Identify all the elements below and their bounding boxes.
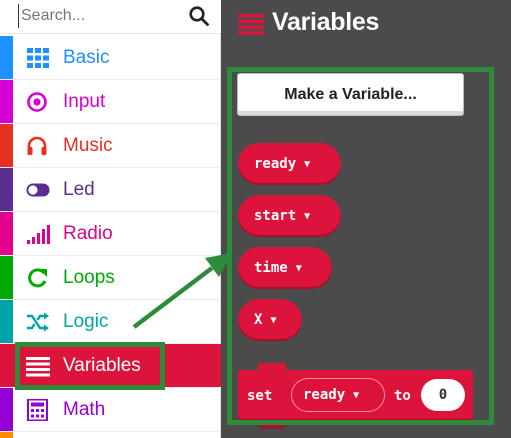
category-label: Input <box>63 91 106 112</box>
category-label: Radio <box>63 223 113 244</box>
signal-bars-icon <box>27 225 50 244</box>
variable-name: start <box>254 208 297 224</box>
category-logic[interactable]: Logic <box>0 300 221 344</box>
category-basic[interactable]: Basic <box>0 36 221 80</box>
category-loops[interactable]: Loops <box>0 256 221 300</box>
category-color-stripe <box>0 36 13 79</box>
list-icon <box>26 357 50 377</box>
grid-icon <box>27 48 49 68</box>
category-color-stripe <box>0 344 13 387</box>
category-input[interactable]: Input <box>0 80 221 124</box>
search-bar <box>0 0 221 34</box>
variable-name: time <box>254 260 288 276</box>
set-keyword: set <box>247 388 273 404</box>
make-variable-button[interactable]: Make a Variable... <box>237 73 464 116</box>
list-icon <box>238 14 264 35</box>
flyout-title: Variables <box>272 8 380 36</box>
category-radio[interactable]: Radio <box>0 212 221 256</box>
set-value-input[interactable]: 0 <box>421 379 465 411</box>
variable-name: ready <box>254 156 297 172</box>
caret-down-icon: ▼ <box>270 314 277 326</box>
search-input[interactable] <box>18 4 178 28</box>
caret-down-icon: ▼ <box>295 262 302 274</box>
category-label: Variables <box>63 355 141 376</box>
category-color-stripe <box>0 256 13 299</box>
category-color-stripe <box>0 212 13 255</box>
category-color-stripe <box>0 300 13 343</box>
category-label: Math <box>63 399 106 420</box>
caret-down-icon: ▼ <box>304 210 311 222</box>
to-keyword: to <box>394 388 411 404</box>
category-color-stripe <box>0 124 13 167</box>
refresh-icon <box>28 268 47 288</box>
calculator-icon <box>27 399 48 421</box>
category-color-stripe <box>0 388 13 431</box>
category-label: Led <box>63 179 95 200</box>
caret-down-icon: ▼ <box>304 158 311 170</box>
variable-name: X <box>254 312 263 328</box>
caret-down-icon: ▼ <box>353 389 360 401</box>
variable-block-time[interactable]: time ▼ <box>238 247 332 289</box>
radio-target-icon <box>27 92 47 112</box>
toggle-icon <box>26 183 50 197</box>
set-block-tail <box>258 420 286 429</box>
category-next-partial <box>0 432 221 438</box>
search-icon[interactable] <box>188 5 210 27</box>
category-color-stripe <box>0 80 13 123</box>
category-label: Music <box>63 135 113 156</box>
category-label: Basic <box>63 47 110 68</box>
shuffle-icon <box>27 312 49 332</box>
category-led[interactable]: Led <box>0 168 221 212</box>
category-variables[interactable]: Variables <box>0 344 221 388</box>
category-label: Loops <box>63 267 115 288</box>
category-label: Logic <box>63 311 109 332</box>
variable-block-x[interactable]: X ▼ <box>238 299 302 341</box>
variable-block-ready[interactable]: ready ▼ <box>238 143 341 185</box>
variable-block-start[interactable]: start ▼ <box>238 195 341 237</box>
category-music[interactable]: Music <box>0 124 221 168</box>
headphones-icon <box>27 136 47 155</box>
category-color-stripe <box>0 432 13 438</box>
set-variable-name: ready <box>303 387 346 403</box>
toolbox: Basic Input Music Led <box>0 0 221 438</box>
set-variable-dropdown[interactable]: ready ▼ <box>291 378 385 412</box>
category-color-stripe <box>0 168 13 211</box>
category-math[interactable]: Math <box>0 388 221 432</box>
